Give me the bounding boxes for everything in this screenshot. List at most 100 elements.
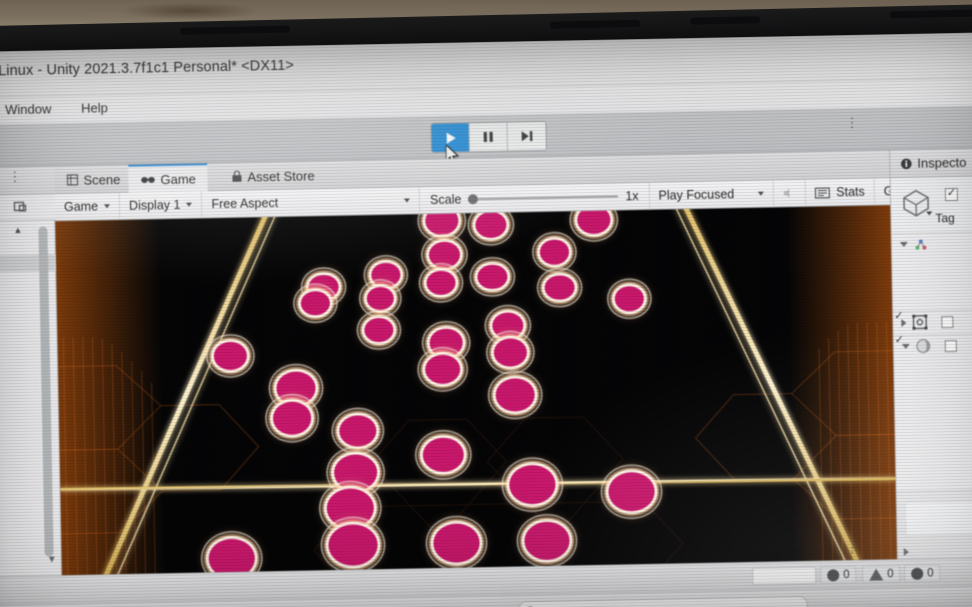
info-counter[interactable]: 0 [904,564,941,583]
inspector-panel: Inspecto Tag T Position Rotation S [846,147,972,575]
property-position[interactable]: Position [892,253,972,274]
component-script-header[interactable] [894,334,972,358]
game-icon [141,176,155,183]
chevron-down-icon [758,191,765,196]
scale-slider-track[interactable] [468,194,619,205]
note [422,437,465,473]
lane-rails [60,205,896,576]
search-input[interactable] [517,595,808,607]
chevron-down-icon [186,202,193,207]
inspector-tab-label: Inspecto [917,154,967,171]
property-song-other[interactable]: Song [895,427,972,448]
two-d-toggle-icon[interactable] [13,199,28,217]
scale-label: Scale [429,192,462,208]
component-transform-header[interactable]: T [892,232,972,256]
display-label: Display 1 [128,197,181,213]
toolbar-overflow-menu[interactable]: ⋮ [845,115,858,130]
hierarchy-tab-row: ⌐ ⋮ [0,166,55,196]
hierarchy-scrollbar[interactable] [38,226,54,557]
tab-scene-label: Scene [83,171,121,188]
scene-icon [66,174,79,186]
property-note-s1[interactable]: Note S [896,445,972,466]
scale-value: 1x [625,189,639,204]
menu-item-window[interactable]: Window [5,101,52,117]
error-count: 0 [843,568,850,581]
script-enabled-checkbox[interactable] [944,339,957,352]
transform-icon [915,239,927,250]
warning-icon [869,567,884,581]
game-render-surface[interactable] [55,205,897,576]
aspect-label: Free Aspect [211,195,279,212]
component-transform: T Position Rotation Scale [891,231,972,313]
monitor-screen: ac, Linux - Unity 2021.3.7f1c1 Personal*… [0,31,972,607]
foldout-closed-icon[interactable] [903,547,909,557]
tab-scene[interactable]: Scene [54,165,132,194]
stats-label: Stats [836,184,865,200]
property-song-t[interactable]: Song T [895,409,972,430]
pause-button[interactable] [469,122,508,152]
chevron-down-icon [404,198,411,203]
game-view-panel: Scene Game Asset Store Game Display 1 Fr… [54,150,949,576]
tab-asset-store[interactable]: Asset Store [219,161,327,191]
note [544,275,575,301]
tab-game[interactable]: Game [128,163,209,193]
hierarchy-panel: ⌐ ⋮ ⋮ ▲ ▼ [0,166,63,577]
panel-kebab-menu-icon[interactable]: ⋮ [846,539,859,554]
property-scale[interactable]: Scale [893,289,972,310]
tag-label: Tag [935,210,955,226]
note [208,538,256,576]
tab-game-label: Game [160,171,197,187]
mute-audio-icon [784,188,790,198]
info-icon [901,158,912,169]
aspect-dropdown[interactable]: Free Aspect [202,186,421,218]
error-counter[interactable]: 0 [820,565,857,584]
stats-button[interactable]: Stats [805,178,875,207]
hierarchy-tree[interactable]: ⋮ ▲ ▼ [0,220,62,577]
component-collider [893,309,972,337]
note [213,341,248,371]
menu-item-help[interactable]: Help [81,100,108,116]
note [614,286,645,312]
property-song-k2[interactable]: Song k [895,391,972,412]
object-enabled-checkbox[interactable] [944,187,959,202]
hierarchy-collapse-icon[interactable]: ▲ [13,225,22,235]
collider-enabled-checkbox[interactable] [941,315,954,328]
step-button[interactable] [507,121,546,151]
note [426,270,456,296]
inspector-tab[interactable]: Inspecto [890,147,972,179]
foldout-open-icon[interactable] [899,241,908,248]
note [607,471,656,512]
prefab-dropdown-icon[interactable] [926,211,933,216]
tab-asset-store-label: Asset Store [247,167,315,185]
warning-counter[interactable]: 0 [862,565,901,583]
property-rotation[interactable]: Rotation [892,271,972,292]
note [539,239,569,265]
note [366,286,394,310]
hierarchy-kebab-menu-icon[interactable]: ⋮ [8,169,21,184]
note [433,522,481,563]
play-mode-dropdown[interactable]: Play Focused [649,179,775,210]
wall-smudge [120,2,260,20]
note [272,401,312,436]
target-display-label: Game [63,199,99,215]
note [508,464,556,505]
property-script: Script [894,355,972,376]
target-display-dropdown[interactable]: Game [54,192,121,221]
hierarchy-expand-icon[interactable]: ▼ [47,554,57,565]
scale-slider[interactable]: Scale 1x [419,182,650,214]
property-note-s2[interactable]: Note [896,463,972,484]
hierarchy-toolbar-row [0,194,56,222]
stats-icon [815,186,831,199]
mute-audio-button[interactable] [773,179,807,207]
component-collider-header[interactable] [893,310,972,334]
display-dropdown[interactable]: Display 1 [119,190,203,220]
note [493,338,528,367]
property-song-k1[interactable]: Song K [894,373,972,394]
scale-slider-knob[interactable] [468,194,479,205]
note [300,290,330,316]
status-message-field [752,566,817,585]
collider-icon [912,314,928,330]
note [495,378,535,412]
note [424,354,461,385]
note [338,415,377,448]
